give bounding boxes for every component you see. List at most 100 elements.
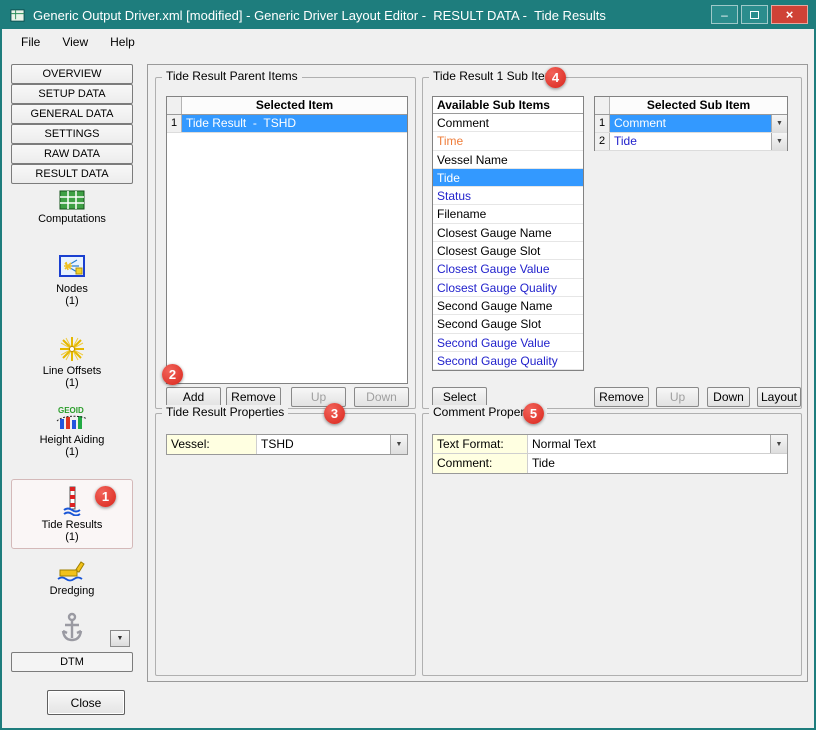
sidebar-item-nodes[interactable]: Nodes (1) xyxy=(11,254,133,307)
computations-icon xyxy=(59,190,85,210)
property-row: Text Format: Normal Text ▼ xyxy=(433,435,787,454)
property-row: Vessel: TSHD ▼ xyxy=(167,435,407,454)
sidebar: OVERVIEW SETUP DATA GENERAL DATA SETTING… xyxy=(11,64,133,676)
window-controls: – × xyxy=(711,5,808,24)
maximize-button[interactable] xyxy=(741,5,768,24)
sidebar-item-computations[interactable]: Computations xyxy=(11,190,133,225)
down-button: Down xyxy=(354,387,409,407)
up-sub-button: Up xyxy=(656,387,699,407)
table-header-row: Selected Item xyxy=(167,97,407,115)
sidebar-item-dredging[interactable]: Dredging xyxy=(11,558,133,597)
menu-file[interactable]: File xyxy=(12,32,49,52)
table-header-row: Selected Sub Item xyxy=(595,97,787,115)
titlebar: Generic Output Driver.xml [modified] - G… xyxy=(2,2,814,29)
list-item[interactable]: Filename xyxy=(433,205,583,223)
result-properties-table: Vessel: TSHD ▼ xyxy=(166,434,408,455)
dredging-icon xyxy=(57,558,87,582)
property-row: Comment: Tide xyxy=(433,454,787,473)
comment-value-field[interactable]: Tide xyxy=(528,454,787,473)
remove-button[interactable]: Remove xyxy=(226,387,281,407)
dropdown-arrow-icon[interactable]: ▼ xyxy=(771,115,787,132)
row-number-header xyxy=(167,97,182,114)
sidebar-item-dtm-label-box[interactable]: DTM xyxy=(11,652,133,672)
sidebar-nav-settings[interactable]: SETTINGS xyxy=(11,124,133,144)
list-item[interactable]: Closest Gauge Value xyxy=(433,260,583,278)
minimize-button[interactable]: – xyxy=(711,5,738,24)
sidebar-item-count: (1) xyxy=(65,295,78,307)
table-row[interactable]: 1 Tide Result - TSHD xyxy=(167,115,407,133)
list-item[interactable]: Status xyxy=(433,187,583,205)
vessel-dropdown[interactable]: TSHD ▼ xyxy=(257,435,407,454)
list-item[interactable]: Tide xyxy=(433,169,583,187)
annotation-badge-1: 1 xyxy=(95,486,116,507)
window-title: Generic Output Driver.xml [modified] - G… xyxy=(33,8,606,23)
remove-sub-button[interactable]: Remove xyxy=(594,387,649,407)
sidebar-item-count: (1) xyxy=(65,377,78,389)
result-properties-group: Tide Result Properties 3 Vessel: TSHD ▼ xyxy=(155,413,416,676)
sidebar-nav-result-data[interactable]: RESULT DATA xyxy=(11,164,133,184)
sidebar-item-height-aiding[interactable]: GEOID Height Aiding (1) xyxy=(11,405,133,458)
table-row[interactable]: 2 Tide ▼ xyxy=(595,133,787,151)
list-item[interactable]: Closest Gauge Slot xyxy=(433,242,583,260)
sidebar-item-label: Nodes xyxy=(56,283,88,295)
list-item[interactable]: Second Gauge Name xyxy=(433,297,583,315)
row-value[interactable]: Comment xyxy=(610,115,771,132)
list-item[interactable]: Closest Gauge Name xyxy=(433,224,583,242)
down-sub-button[interactable]: Down xyxy=(707,387,750,407)
sidebar-item-label: Height Aiding xyxy=(40,434,105,446)
row-number: 1 xyxy=(595,115,610,132)
svg-text:GEOID: GEOID xyxy=(58,406,84,415)
table-row[interactable]: 1 Comment ▼ xyxy=(595,115,787,133)
vessel-label: Vessel: xyxy=(167,435,257,454)
parent-items-group: Tide Result Parent Items Selected Item 1… xyxy=(155,77,416,409)
comment-properties-group: Comment Properties 5 Text Format: Normal… xyxy=(422,413,802,676)
sidebar-item-line-offsets[interactable]: Line Offsets (1) xyxy=(11,336,133,389)
app-icon xyxy=(10,8,25,23)
close-button[interactable]: Close xyxy=(47,690,125,715)
sidebar-nav-overview[interactable]: OVERVIEW xyxy=(11,64,133,84)
sidebar-item-label: Tide Results xyxy=(42,519,103,531)
text-format-dropdown[interactable]: Normal Text ▼ xyxy=(528,435,787,453)
row-value[interactable]: Tide xyxy=(610,133,771,150)
dtm-anchor-icon xyxy=(60,612,84,644)
line-offsets-icon xyxy=(59,336,85,362)
dropdown-arrow-icon[interactable]: ▼ xyxy=(390,435,407,454)
group-title: Tide Result Parent Items xyxy=(162,69,302,83)
text-format-value: Normal Text xyxy=(528,435,770,453)
comment-label: Comment: xyxy=(433,454,528,473)
sidebar-item-tide-results[interactable]: 1 Tide Results (1) xyxy=(11,479,133,549)
vessel-value: TSHD xyxy=(257,435,390,454)
dropdown-arrow-icon[interactable]: ▼ xyxy=(770,435,787,453)
menubar: File View Help xyxy=(2,29,814,55)
layout-button[interactable]: Layout xyxy=(757,387,801,407)
list-item[interactable]: Time xyxy=(433,132,583,150)
height-aiding-icon: GEOID xyxy=(55,405,89,431)
nodes-icon xyxy=(58,254,86,280)
list-item[interactable]: Comment xyxy=(433,114,583,132)
menu-view[interactable]: View xyxy=(53,32,97,52)
close-window-button[interactable]: × xyxy=(771,5,808,24)
text-format-label: Text Format: xyxy=(433,435,528,453)
select-button[interactable]: Select xyxy=(432,387,487,407)
sidebar-item-label: Dredging xyxy=(50,585,95,597)
list-item[interactable]: Vessel Name xyxy=(433,151,583,169)
dropdown-arrow-icon[interactable]: ▼ xyxy=(771,133,787,150)
sidebar-nav-raw-data[interactable]: RAW DATA xyxy=(11,144,133,164)
sidebar-nav-general-data[interactable]: GENERAL DATA xyxy=(11,104,133,124)
list-item[interactable]: Second Gauge Slot xyxy=(433,315,583,333)
row-value[interactable]: Tide Result - TSHD xyxy=(182,115,407,132)
sidebar-scroll-down-button[interactable]: ▼ xyxy=(110,630,130,647)
selected-sub-items-table: Selected Sub Item 1 Comment ▼ 2 Tide ▼ xyxy=(594,96,788,151)
menu-help[interactable]: Help xyxy=(101,32,144,52)
list-item[interactable]: Second Gauge Quality xyxy=(433,352,583,370)
tide-results-icon xyxy=(63,486,81,516)
comment-properties-table: Text Format: Normal Text ▼ Comment: Tide xyxy=(432,434,788,474)
row-number-header xyxy=(595,97,610,114)
list-item[interactable]: Closest Gauge Quality xyxy=(433,279,583,297)
sidebar-nav-setup-data[interactable]: SETUP DATA xyxy=(11,84,133,104)
add-button[interactable]: Add xyxy=(166,387,221,407)
available-sub-items-list: Available Sub Items Comment Time Vessel … xyxy=(432,96,584,371)
column-header: Selected Sub Item xyxy=(610,97,787,114)
annotation-badge-4: 4 xyxy=(545,67,566,88)
list-item[interactable]: Second Gauge Value xyxy=(433,334,583,352)
